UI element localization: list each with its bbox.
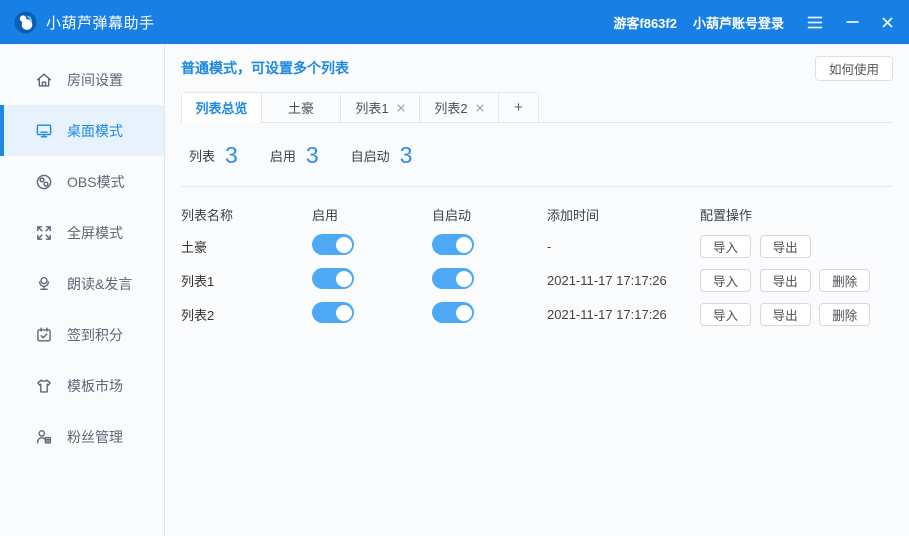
tab-close-icon[interactable] (476, 104, 484, 112)
added-time: 2021-11-17 17:17:26 (547, 307, 700, 322)
sidebar-item-checkin-points[interactable]: 签到积分 (0, 309, 164, 360)
tab-list-1[interactable]: 列表1 (340, 93, 419, 123)
stat-lists-value: 3 (225, 144, 238, 167)
sidebar-item-fans-management[interactable]: 粉丝管理 (0, 411, 164, 462)
sidebar: 房间设置 桌面模式 OBS模式 (0, 44, 165, 536)
tab-list-overview[interactable]: 列表总览 (182, 93, 261, 123)
stats-row: 列表 3 启用 3 自启动 3 (181, 123, 893, 169)
autostart-toggle[interactable] (432, 234, 474, 255)
fullscreen-icon (35, 224, 53, 242)
export-button[interactable]: 导出 (760, 269, 811, 292)
plus-icon: + (514, 99, 523, 116)
sidebar-item-speech[interactable]: 朗读&发言 (0, 258, 164, 309)
sidebar-item-fullscreen-mode[interactable]: 全屏模式 (0, 207, 164, 258)
titlebar: 小葫芦弹幕助手 游客f863f2 小葫芦账号登录 (0, 0, 909, 44)
enable-toggle[interactable] (312, 302, 354, 323)
mic-icon (35, 275, 53, 293)
export-button[interactable]: 导出 (760, 303, 811, 326)
table-row: 列表1 2021-11-17 17:17:26 导入 导出 删除 (181, 263, 893, 297)
sidebar-item-label: 桌面模式 (67, 121, 123, 141)
list-name: 列表2 (181, 305, 312, 324)
guest-id: 游客f863f2 (613, 13, 677, 32)
import-button[interactable]: 导入 (700, 269, 751, 292)
col-enabled: 启用 (312, 205, 432, 224)
stat-autostart: 自启动 3 (351, 144, 413, 167)
sidebar-item-label: 模板市场 (67, 376, 123, 396)
export-button[interactable]: 导出 (760, 235, 811, 258)
import-button[interactable]: 导入 (700, 303, 751, 326)
content-header: 普通模式，可设置多个列表 如何使用 (181, 44, 893, 92)
app-logo-icon (14, 11, 37, 34)
sidebar-item-template-market[interactable]: 模板市场 (0, 360, 164, 411)
list-name: 列表1 (181, 271, 312, 290)
close-icon[interactable] (882, 17, 893, 28)
tab-close-icon[interactable] (397, 104, 405, 112)
tshirt-icon (35, 377, 53, 395)
stat-lists: 列表 3 (189, 144, 238, 167)
delete-button[interactable]: 删除 (819, 303, 870, 326)
added-time: - (547, 239, 700, 254)
col-added-time: 添加时间 (547, 205, 700, 224)
import-button[interactable]: 导入 (700, 235, 751, 258)
col-list-name: 列表名称 (181, 205, 312, 224)
list-name: 土豪 (181, 237, 312, 256)
app-title: 小葫芦弹幕助手 (46, 12, 155, 33)
autostart-toggle[interactable] (432, 268, 474, 289)
added-time: 2021-11-17 17:17:26 (547, 273, 700, 288)
tab-list-2[interactable]: 列表2 (419, 93, 498, 123)
fans-icon (35, 428, 53, 446)
sidebar-item-label: 全屏模式 (67, 223, 123, 243)
desktop-icon (35, 122, 53, 140)
sidebar-item-room-settings[interactable]: 房间设置 (0, 54, 164, 105)
tab-tuhao[interactable]: 土豪 (261, 93, 340, 123)
autostart-toggle[interactable] (432, 302, 474, 323)
how-to-use-button[interactable]: 如何使用 (815, 56, 893, 81)
home-icon (35, 71, 53, 89)
calendar-check-icon (35, 326, 53, 344)
table-row: 列表2 2021-11-17 17:17:26 导入 导出 删除 (181, 297, 893, 331)
table-header: 列表名称 启用 自启动 添加时间 配置操作 (181, 199, 893, 229)
col-actions: 配置操作 (700, 205, 893, 224)
mode-title: 普通模式，可设置多个列表 (181, 58, 349, 78)
sidebar-item-label: 房间设置 (67, 70, 123, 90)
menu-icon[interactable] (807, 16, 823, 29)
sidebar-item-label: OBS模式 (67, 172, 125, 192)
table-row: 土豪 - 导入 导出 (181, 229, 893, 263)
obs-icon (35, 173, 53, 191)
enable-toggle[interactable] (312, 234, 354, 255)
sidebar-item-label: 朗读&发言 (67, 274, 132, 294)
sidebar-item-obs-mode[interactable]: OBS模式 (0, 156, 164, 207)
add-tab-button[interactable]: + (498, 93, 538, 123)
tab-bar: 列表总览 土豪 列表1 列表2 + (181, 92, 893, 123)
stat-enabled-value: 3 (306, 144, 319, 167)
sidebar-item-desktop-mode[interactable]: 桌面模式 (0, 105, 164, 156)
stat-enabled: 启用 3 (270, 144, 319, 167)
sidebar-item-label: 签到积分 (67, 325, 123, 345)
stat-autostart-value: 3 (400, 144, 413, 167)
minimize-icon[interactable] (846, 20, 859, 24)
main-content: 普通模式，可设置多个列表 如何使用 列表总览 土豪 列表1 列表2 (165, 44, 909, 536)
enable-toggle[interactable] (312, 268, 354, 289)
delete-button[interactable]: 删除 (819, 269, 870, 292)
col-autostart: 自启动 (432, 205, 547, 224)
divider (181, 186, 893, 187)
sidebar-item-label: 粉丝管理 (67, 427, 123, 447)
account-login-link[interactable]: 小葫芦账号登录 (693, 13, 784, 32)
